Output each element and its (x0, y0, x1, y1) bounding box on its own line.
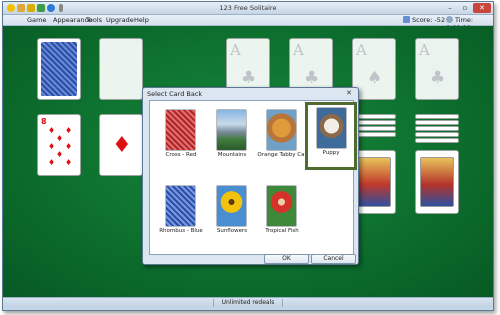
card-back-option-selected[interactable]: Puppy (305, 102, 357, 170)
status-bar: Unlimited redeals (3, 297, 493, 307)
card-rank: 8 (41, 117, 47, 126)
waste-pile[interactable] (99, 38, 143, 100)
tropical-fish-thumbnail (266, 185, 297, 227)
card-back-option[interactable]: Cross - Red (156, 105, 206, 169)
mountains-thumbnail (216, 109, 247, 151)
option-label: Sunflowers (216, 228, 248, 234)
diamond-icon: ♦ (56, 134, 64, 143)
club-icon: ♣ (304, 68, 320, 88)
foundation-ace: A (419, 41, 430, 59)
tableau-stack-6 (415, 114, 459, 119)
tabby-cat-thumbnail (266, 109, 297, 151)
cancel-button[interactable]: Cancel (311, 254, 356, 264)
close-window-button[interactable]: ✕ (473, 3, 491, 13)
diamond-icon: ♦ (65, 142, 73, 151)
option-label: Rhombus - Blue (159, 228, 203, 234)
score-text: Score: -52 (412, 16, 446, 24)
window-title: 123 Free Solitaire (219, 4, 277, 12)
menu-upgrade[interactable]: Upgrade (106, 16, 134, 24)
option-label: Orange Tabby Cat (257, 152, 307, 158)
option-label: Mountains (217, 152, 247, 158)
card-back-option[interactable]: Rhombus - Blue (156, 181, 206, 245)
tableau-card-back[interactable]: ♦ (99, 114, 143, 176)
cross-red-thumbnail (165, 109, 196, 151)
option-label: Puppy (322, 150, 340, 156)
option-label: Cross - Red (165, 152, 197, 158)
card-back-grid: Cross - Red Mountains Orange Tabby Cat P… (149, 100, 357, 255)
card-back-option[interactable]: Orange Tabby Cat (257, 105, 307, 169)
status-message: Unlimited redeals (213, 299, 283, 307)
maximize-button[interactable]: ▫ (458, 3, 472, 13)
card-back-option[interactable]: Sunflowers (207, 181, 257, 245)
diamond-icon: ♦ (48, 158, 56, 167)
dialog-title: Select Card Back (147, 90, 203, 98)
menu-help[interactable]: Help (134, 16, 149, 24)
tableau-stack-6 (415, 132, 459, 137)
spade-icon: ♠ (367, 68, 383, 88)
diamond-icon: ♦ (112, 133, 132, 158)
queen-illustration (420, 157, 454, 207)
app-window: 123 Free Solitaire – ▫ ✕ Game Appearance… (2, 1, 494, 311)
tableau-stack-6 (415, 120, 459, 125)
club-icon: ♣ (241, 68, 257, 88)
option-label: Tropical Fish (265, 228, 299, 234)
king-illustration (357, 157, 391, 207)
tableau-face-card[interactable] (415, 150, 459, 214)
card-back-option[interactable]: Tropical Fish (257, 181, 307, 245)
menu-tools[interactable]: Tools (86, 16, 102, 24)
minimize-button[interactable]: – (443, 3, 457, 13)
club-icon: ♣ (430, 68, 446, 88)
diamond-icon: ♦ (48, 142, 56, 151)
tableau-stack-6 (415, 138, 459, 143)
tableau-card-eight-diamonds[interactable]: 8 ♦ ♦ ♦ ♦ ♦ ♦ ♦ ♦ (37, 114, 81, 176)
close-icon[interactable]: ✕ (343, 89, 355, 98)
score-display: Score: -52 (403, 16, 445, 24)
rhombus-blue-thumbnail (165, 185, 196, 227)
diamond-icon: ♦ (48, 126, 56, 135)
clock-icon (446, 16, 453, 23)
ok-button[interactable]: OK (264, 254, 309, 264)
foundation-ace: A (356, 41, 367, 59)
foundation-ace: A (293, 41, 304, 59)
diamond-icon: ♦ (56, 150, 64, 159)
select-card-back-dialog: Select Card Back ✕ Cross - Red Mountains… (142, 87, 359, 265)
foundation-ace: A (230, 41, 241, 59)
sunflowers-thumbnail (216, 185, 247, 227)
score-icon (403, 16, 410, 23)
menu-bar: Game Appearance Tools Upgrade Help Score… (3, 15, 493, 32)
tableau-stack-6 (415, 126, 459, 131)
diamond-icon: ♦ (65, 126, 73, 135)
foundation-4[interactable]: A ♣ (415, 38, 459, 100)
diamond-icon: ♦ (65, 158, 73, 167)
card-back-option[interactable]: Mountains (207, 105, 257, 169)
stock-pile[interactable] (37, 38, 81, 100)
menu-game[interactable]: Game (27, 16, 46, 24)
puppy-thumbnail (316, 107, 347, 149)
title-bar: 123 Free Solitaire – ▫ ✕ (3, 2, 493, 15)
